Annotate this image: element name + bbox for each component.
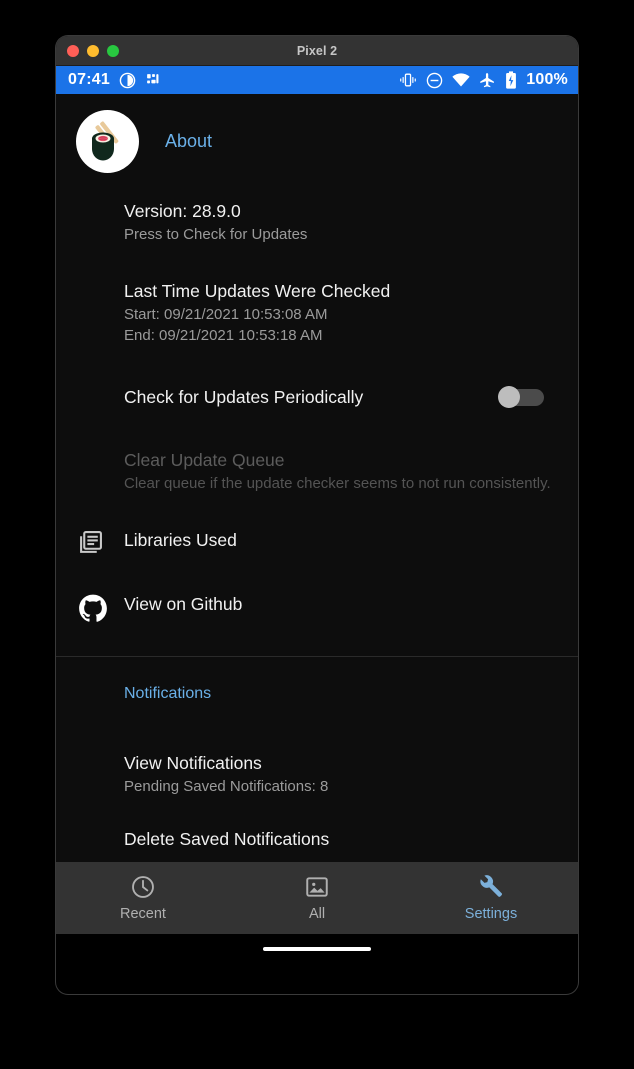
vibrate-icon (400, 73, 417, 87)
github-icon (78, 592, 124, 624)
window-title: Pixel 2 (296, 43, 338, 58)
status-bar-left: 07:41 (68, 71, 162, 89)
android-status-bar: 07:41 100% (56, 66, 578, 94)
view-on-github-row[interactable]: View on Github (56, 592, 578, 632)
delete-saved-notifications-body: Delete Saved Notifications (78, 827, 556, 852)
sensors-icon (147, 73, 159, 83)
nav-label-settings: Settings (464, 906, 518, 922)
delete-saved-notifications-title: Delete Saved Notifications (124, 829, 330, 849)
clear-update-queue-title: Clear Update Queue (124, 450, 285, 470)
version-title: Version: 28.9.0 (124, 201, 241, 221)
contrast-circle-icon (119, 72, 136, 88)
last-checked-title: Last Time Updates Were Checked (124, 281, 391, 301)
view-on-github-body: View on Github (124, 592, 556, 617)
app-screen: About Version: 28.9.0 Press to Check for… (56, 94, 578, 934)
version-row-body: Version: 28.9.0 Press to Check for Updat… (78, 199, 556, 245)
bottom-navigation-bar: Recent All Settings (56, 862, 578, 934)
toggle-thumb (498, 386, 520, 408)
view-notifications-body: View Notifications Pending Saved Notific… (78, 751, 556, 797)
last-checked-row[interactable]: Last Time Updates Were Checked Start: 09… (56, 279, 578, 346)
zoom-window-button[interactable] (107, 44, 119, 57)
clear-update-queue-body: Clear Update Queue Clear queue if the up… (78, 448, 556, 494)
clear-update-queue-row: Clear Update Queue Clear queue if the up… (56, 448, 578, 494)
image-icon (306, 877, 328, 897)
status-time: 07:41 (68, 71, 110, 88)
nav-item-settings[interactable]: Settings (404, 874, 578, 922)
notifications-section-header-row: Notifications (56, 681, 578, 721)
library-books-icon (78, 528, 124, 555)
wrench-icon (480, 875, 502, 897)
about-section-title: About (165, 131, 213, 151)
close-window-button[interactable] (67, 44, 79, 57)
sushi-icon (76, 110, 139, 173)
nav-item-recent[interactable]: Recent (56, 874, 230, 922)
airplane-mode-icon (480, 72, 495, 87)
check-updates-periodically-toggle[interactable] (498, 386, 544, 408)
libraries-used-body: Libraries Used (124, 528, 556, 553)
last-checked-row-body: Last Time Updates Were Checked Start: 09… (78, 279, 556, 346)
battery-icon (506, 71, 517, 89)
view-notifications-row[interactable]: View Notifications Pending Saved Notific… (56, 751, 578, 797)
window-titlebar: Pixel 2 (56, 36, 578, 66)
clear-update-queue-subtitle: Clear queue if the update checker seems … (124, 475, 551, 492)
version-row[interactable]: Version: 28.9.0 Press to Check for Updat… (56, 199, 578, 245)
delete-saved-notifications-row[interactable]: Delete Saved Notifications (56, 827, 578, 867)
nav-label-recent: Recent (120, 906, 166, 922)
version-subtitle: Press to Check for Updates (124, 226, 308, 243)
status-bar-right: 100% (399, 71, 568, 89)
battery-percent: 100% (526, 71, 568, 88)
last-checked-end: End: 09/21/2021 10:53:18 AM (124, 327, 323, 344)
check-updates-periodically-label: Check for Updates Periodically (124, 386, 364, 407)
view-notifications-title: View Notifications (124, 753, 262, 773)
emulator-window: Pixel 2 07:41 100% About Version: 28.9.0… (56, 36, 578, 994)
nav-item-all[interactable]: All (230, 874, 404, 922)
libraries-used-title: Libraries Used (124, 530, 237, 550)
notifications-section-title: Notifications (124, 685, 212, 702)
gesture-navigation-area (56, 934, 578, 964)
check-updates-periodically-row[interactable]: Check for Updates Periodically (56, 376, 578, 418)
notifications-section-header-body: Notifications (78, 681, 556, 706)
wifi-icon (452, 72, 470, 86)
last-checked-start: Start: 09/21/2021 10:53:08 AM (124, 306, 328, 323)
minimize-window-button[interactable] (87, 44, 99, 57)
view-on-github-title: View on Github (124, 594, 243, 614)
app-header[interactable]: About (56, 94, 578, 183)
do-not-disturb-icon (427, 72, 443, 88)
view-notifications-subtitle: Pending Saved Notifications: 8 (124, 778, 329, 795)
nav-label-all: All (308, 906, 326, 922)
traffic-lights (67, 44, 119, 57)
libraries-used-row[interactable]: Libraries Used (56, 528, 578, 568)
clock-icon (132, 876, 154, 898)
home-gesture-bar[interactable] (263, 947, 371, 951)
